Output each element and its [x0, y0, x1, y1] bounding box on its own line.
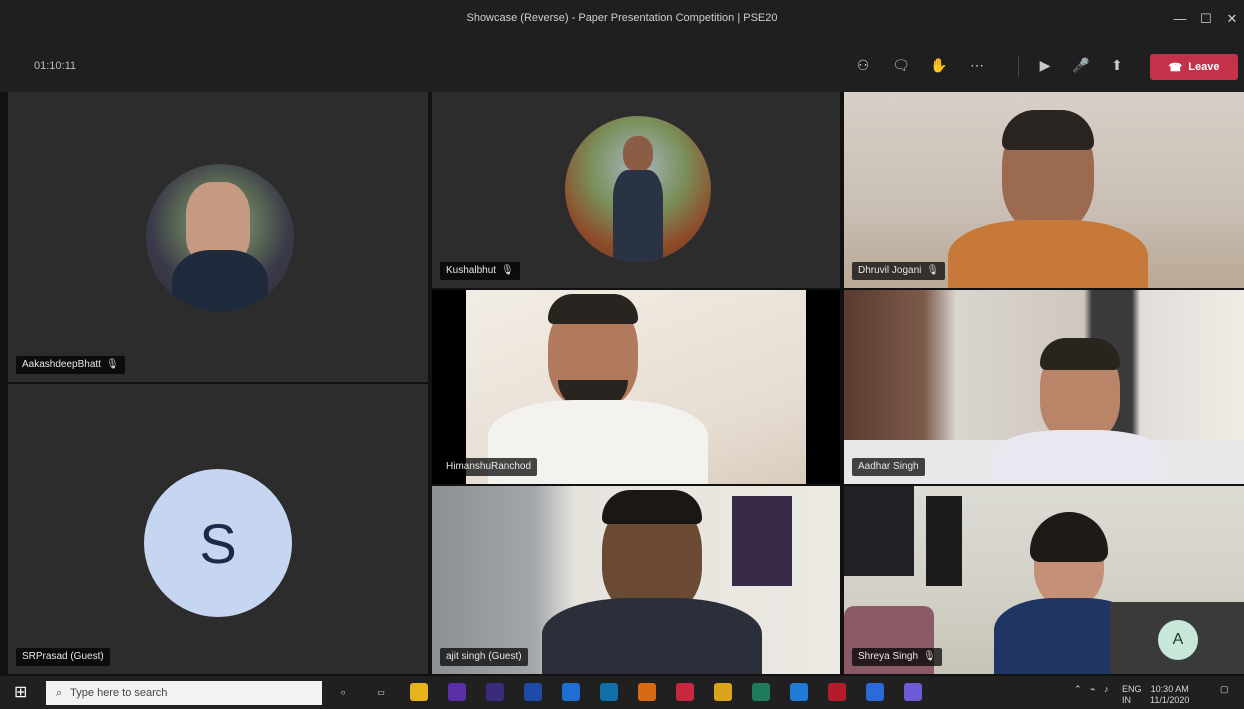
tray-language-code: ENG: [1122, 684, 1142, 694]
phone-icon: ☎: [1168, 61, 1183, 74]
action-center-icon[interactable]: ▢: [1220, 684, 1229, 695]
premiere-icon[interactable]: [448, 683, 466, 701]
audition-icon[interactable]: [524, 683, 542, 701]
edge-icon[interactable]: [790, 683, 808, 701]
tray-clock[interactable]: 10:30 AM 11/1/2020: [1150, 684, 1189, 706]
tray-volume-icon[interactable]: ♪: [1104, 684, 1109, 694]
mic-icon: 🎙: [105, 359, 119, 370]
name-tag-p1: AakashdeepBhatt 🎙: [16, 356, 125, 374]
illustrator-icon[interactable]: [638, 683, 656, 701]
more-options-icon[interactable]: ⋯: [966, 54, 988, 76]
leave-button[interactable]: ☎ Leave: [1150, 54, 1238, 80]
mic-icon: 🎙: [923, 651, 936, 662]
window-title-bar: Showcase (Reverse) - Paper Presentation …: [0, 0, 1244, 40]
after-effects-icon[interactable]: [486, 683, 504, 701]
participant-name: Aadhar Singh: [858, 461, 919, 472]
chat-icon[interactable]: 🗨: [890, 54, 912, 76]
self-view: A: [1110, 602, 1244, 674]
name-tag-p6: SRPrasad (Guest): [16, 648, 110, 666]
name-tag-p3: Dhruvil Jogani 🎙: [852, 262, 946, 280]
meeting-header: 01:10:11 ⚇ 🗨 ✋ ⋯ ▶ 🎤 ⬆ ☎ Leave: [0, 40, 1244, 92]
name-tag-p7: ajit singh (Guest): [440, 648, 528, 666]
profile-photo-p2: [565, 116, 711, 262]
name-tag-p4: HimanshuRanchod: [440, 458, 538, 476]
cortana-icon[interactable]: ○: [334, 683, 352, 701]
clock-date: 11/1/2020: [1150, 695, 1190, 705]
participant-name: AakashdeepBhatt: [22, 359, 101, 370]
video-tile-p6[interactable]: S SRPrasad (Guest): [8, 384, 428, 674]
steam-icon[interactable]: [752, 683, 770, 701]
video-tile-p2[interactable]: Kushalbhut 🎙: [432, 92, 840, 288]
video-tile-p3[interactable]: Dhruvil Jogani 🎙: [844, 92, 1244, 288]
tray-region-code: IN: [1122, 695, 1131, 705]
mic-icon: 🎙: [501, 265, 514, 276]
participant-name: HimanshuRanchod: [446, 461, 532, 472]
app-icon[interactable]: [866, 683, 884, 701]
video-tile-p7[interactable]: ajit singh (Guest): [432, 486, 840, 674]
video-tile-p4[interactable]: HimanshuRanchod: [432, 290, 840, 484]
windows-taskbar: ⊞ ⌕ Type here to search ○ ▭ ⌃ ⌁ ♪ ENG IN…: [0, 676, 1244, 709]
chrome-icon[interactable]: [714, 683, 732, 701]
tray-language[interactable]: ENG IN: [1122, 684, 1142, 706]
toolbar-divider: [1018, 55, 1019, 77]
participant-name: Kushalbhut: [446, 265, 497, 276]
tray-chevron-icon[interactable]: ⌃: [1074, 684, 1082, 695]
search-icon: ⌕: [56, 686, 63, 699]
leave-label: Leave: [1188, 61, 1220, 73]
task-view-icon[interactable]: ▭: [372, 683, 390, 701]
participant-name: Shreya Singh: [858, 651, 919, 662]
camera-icon[interactable]: ▶: [1034, 54, 1056, 76]
name-tag-p8: Shreya Singh 🎙: [852, 648, 942, 666]
close-icon[interactable]: ✕: [1218, 8, 1244, 30]
teams-icon[interactable]: [904, 683, 922, 701]
mic-icon: 🎙: [926, 265, 940, 276]
window-title: Showcase (Reverse) - Paper Presentation …: [466, 12, 778, 24]
meeting-timer: 01:10:11: [34, 60, 77, 72]
search-placeholder: Type here to search: [70, 687, 168, 699]
taskbar-search-box[interactable]: ⌕ Type here to search: [46, 681, 322, 705]
participants-icon[interactable]: ⚇: [852, 54, 874, 76]
indesign-icon[interactable]: [676, 683, 694, 701]
tray-network-icon[interactable]: ⌁: [1090, 684, 1095, 695]
video-tile-p5[interactable]: Aadhar Singh: [844, 290, 1244, 484]
initial-avatar-p6: S: [144, 469, 292, 617]
clock-time: 10:30 AM: [1150, 684, 1189, 694]
acrobat-icon[interactable]: [828, 683, 846, 701]
video-tile-p1[interactable]: AakashdeepBhatt 🎙: [8, 92, 428, 382]
photoshop-icon[interactable]: [600, 683, 618, 701]
raise-hand-icon[interactable]: ✋: [928, 54, 950, 76]
self-initial-avatar: A: [1158, 620, 1198, 660]
profile-photo-p1: [146, 164, 294, 312]
media-encoder-icon[interactable]: [562, 683, 580, 701]
name-tag-p5: Aadhar Singh: [852, 458, 925, 476]
file-explorer-icon[interactable]: [410, 683, 428, 701]
minimize-icon[interactable]: —: [1166, 8, 1194, 30]
participant-name: SRPrasad (Guest): [22, 651, 104, 662]
participant-name: Dhruvil Jogani: [858, 265, 922, 276]
windows-start-icon[interactable]: ⊞: [14, 685, 30, 701]
maximize-icon[interactable]: ☐: [1192, 8, 1220, 30]
name-tag-p2: Kushalbhut 🎙: [440, 262, 520, 280]
video-tile-p8[interactable]: A Shreya Singh 🎙: [844, 486, 1244, 674]
share-screen-icon[interactable]: ⬆: [1106, 54, 1128, 76]
participant-name: ajit singh (Guest): [446, 651, 522, 662]
microphone-icon[interactable]: 🎤: [1070, 54, 1092, 76]
